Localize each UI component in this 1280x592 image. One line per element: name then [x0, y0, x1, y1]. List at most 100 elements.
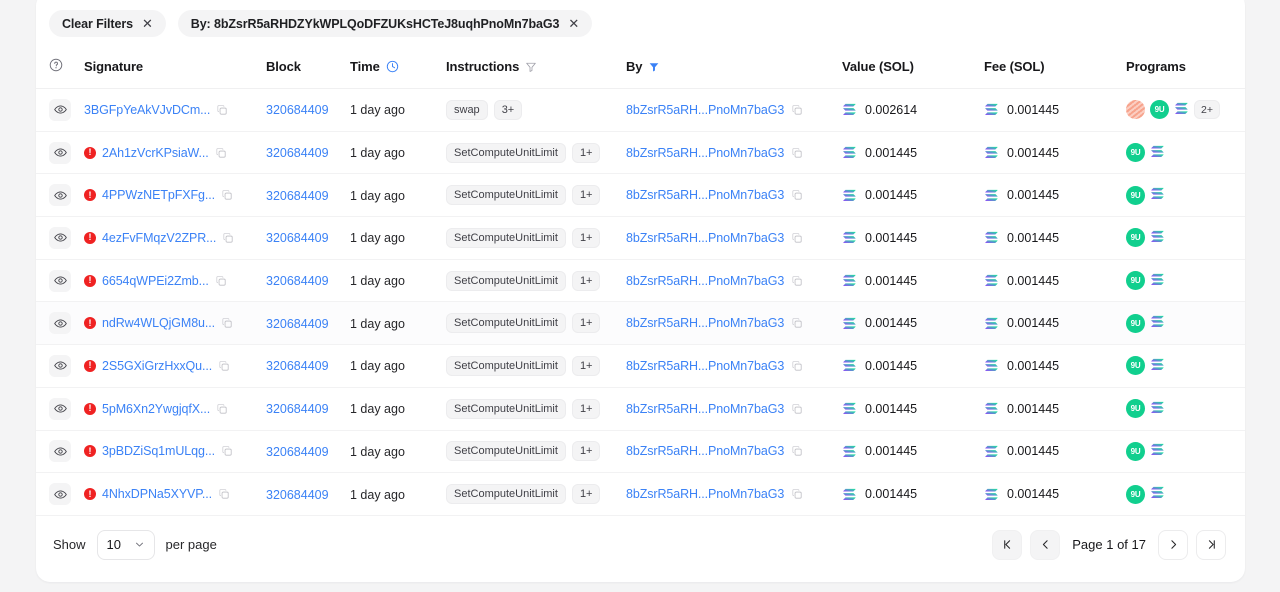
signature-link[interactable]: 2Ah1zVcrKPsiaW... — [102, 146, 209, 160]
view-transaction-button[interactable] — [49, 184, 71, 206]
view-transaction-button[interactable] — [49, 227, 71, 249]
copy-icon[interactable] — [221, 317, 233, 329]
instruction-badge[interactable]: SetComputeUnitLimit — [446, 271, 566, 291]
view-transaction-button[interactable] — [49, 270, 71, 292]
question-circle-icon[interactable] — [49, 58, 63, 72]
by-address-link[interactable]: 8bZsrR5aRH...PnoMn7baG3 — [626, 444, 784, 458]
instruction-badge[interactable]: SetComputeUnitLimit — [446, 441, 566, 461]
signature-link[interactable]: 4PPWzNETpFXFg... — [102, 188, 215, 202]
close-icon[interactable]: ✕ — [142, 17, 153, 30]
table-row[interactable]: !5pM6Xn2YwgjqfX...3206844091 day agoSetC… — [36, 387, 1245, 430]
instruction-more-badge[interactable]: 1+ — [572, 441, 601, 461]
instruction-badge[interactable]: SetComputeUnitLimit — [446, 228, 566, 248]
by-address-link[interactable]: 8bZsrR5aRH...PnoMn7baG3 — [626, 274, 784, 288]
copy-icon[interactable] — [791, 445, 803, 457]
by-address-link[interactable]: 8bZsrR5aRH...PnoMn7baG3 — [626, 316, 784, 330]
close-icon[interactable]: ✕ — [568, 17, 579, 30]
first-page-button[interactable] — [992, 530, 1022, 560]
copy-icon[interactable] — [216, 403, 228, 415]
jupiter-icon[interactable] — [1126, 100, 1145, 119]
program-9u-icon[interactable]: 9U — [1126, 228, 1145, 247]
view-transaction-button[interactable] — [49, 440, 71, 462]
prev-page-button[interactable] — [1030, 530, 1060, 560]
program-9u-icon[interactable]: 9U — [1126, 356, 1145, 375]
block-link[interactable]: 320684409 — [266, 103, 329, 117]
solana-program-icon[interactable] — [1150, 186, 1165, 204]
solana-program-icon[interactable] — [1150, 442, 1165, 460]
signature-link[interactable]: 5pM6Xn2YwgjqfX... — [102, 402, 210, 416]
page-size-select[interactable]: 10 — [97, 530, 155, 560]
instruction-more-badge[interactable]: 1+ — [572, 399, 601, 419]
program-9u-icon[interactable]: 9U — [1126, 143, 1145, 162]
view-transaction-button[interactable] — [49, 483, 71, 505]
block-link[interactable]: 320684409 — [266, 317, 329, 331]
copy-icon[interactable] — [218, 360, 230, 372]
program-9u-icon[interactable]: 9U — [1126, 314, 1145, 333]
program-9u-icon[interactable]: 9U — [1126, 186, 1145, 205]
instruction-badge[interactable]: SetComputeUnitLimit — [446, 185, 566, 205]
table-row[interactable]: !4PPWzNETpFXFg...3206844091 day agoSetCo… — [36, 174, 1245, 217]
copy-icon[interactable] — [791, 147, 803, 159]
by-address-link[interactable]: 8bZsrR5aRH...PnoMn7baG3 — [626, 359, 784, 373]
copy-icon[interactable] — [791, 275, 803, 287]
program-9u-icon[interactable]: 9U — [1126, 485, 1145, 504]
copy-icon[interactable] — [791, 104, 803, 116]
column-header-time[interactable]: Time — [350, 47, 446, 89]
view-transaction-button[interactable] — [49, 355, 71, 377]
clear-filters-chip[interactable]: Clear Filters ✕ — [49, 10, 166, 37]
table-row[interactable]: !2Ah1zVcrKPsiaW...3206844091 day agoSetC… — [36, 131, 1245, 174]
signature-link[interactable]: ndRw4WLQjGM8u... — [102, 316, 215, 330]
block-link[interactable]: 320684409 — [266, 445, 329, 459]
instruction-more-badge[interactable]: 1+ — [572, 313, 601, 333]
instruction-badge[interactable]: SetComputeUnitLimit — [446, 313, 566, 333]
by-address-link[interactable]: 8bZsrR5aRH...PnoMn7baG3 — [626, 146, 784, 160]
solana-program-icon[interactable] — [1150, 485, 1165, 503]
program-9u-icon[interactable]: 9U — [1126, 399, 1145, 418]
by-address-link[interactable]: 8bZsrR5aRH...PnoMn7baG3 — [626, 188, 784, 202]
view-transaction-button[interactable] — [49, 142, 71, 164]
by-address-link[interactable]: 8bZsrR5aRH...PnoMn7baG3 — [626, 487, 784, 501]
filter-chip-by[interactable]: By: 8bZsrR5aRHDZYkWPLQoDFZUKsHCTeJ8uqhPn… — [178, 10, 592, 37]
copy-icon[interactable] — [222, 232, 234, 244]
instruction-badge[interactable]: swap — [446, 100, 488, 120]
instruction-more-badge[interactable]: 3+ — [494, 100, 523, 120]
by-address-link[interactable]: 8bZsrR5aRH...PnoMn7baG3 — [626, 103, 784, 117]
table-row[interactable]: !3pBDZiSq1mULqg...3206844091 day agoSetC… — [36, 430, 1245, 473]
programs-more-badge[interactable]: 2+ — [1194, 100, 1220, 119]
column-header-by[interactable]: By — [626, 47, 842, 89]
block-link[interactable]: 320684409 — [266, 402, 329, 416]
instruction-badge[interactable]: SetComputeUnitLimit — [446, 399, 566, 419]
instruction-more-badge[interactable]: 1+ — [572, 356, 601, 376]
block-link[interactable]: 320684409 — [266, 274, 329, 288]
instruction-more-badge[interactable]: 1+ — [572, 271, 601, 291]
filter-funnel-icon[interactable] — [525, 61, 537, 73]
filter-funnel-filled-icon[interactable] — [648, 61, 660, 73]
copy-icon[interactable] — [218, 488, 230, 500]
view-transaction-button[interactable] — [49, 312, 71, 334]
solana-program-icon[interactable] — [1150, 229, 1165, 247]
copy-icon[interactable] — [791, 232, 803, 244]
table-row[interactable]: 3BGFpYeAkVJvDCm...3206844091 day agoswap… — [36, 89, 1245, 132]
solana-program-icon[interactable] — [1174, 101, 1189, 119]
copy-icon[interactable] — [215, 147, 227, 159]
block-link[interactable]: 320684409 — [266, 146, 329, 160]
next-page-button[interactable] — [1158, 530, 1188, 560]
solana-program-icon[interactable] — [1150, 144, 1165, 162]
block-link[interactable]: 320684409 — [266, 488, 329, 502]
copy-icon[interactable] — [791, 317, 803, 329]
copy-icon[interactable] — [791, 488, 803, 500]
solana-program-icon[interactable] — [1150, 357, 1165, 375]
signature-link[interactable]: 4NhxDPNa5XYVP... — [102, 487, 212, 501]
instruction-more-badge[interactable]: 1+ — [572, 228, 601, 248]
instruction-badge[interactable]: SetComputeUnitLimit — [446, 356, 566, 376]
signature-link[interactable]: 3BGFpYeAkVJvDCm... — [84, 103, 210, 117]
copy-icon[interactable] — [216, 104, 228, 116]
column-header-instructions[interactable]: Instructions — [446, 47, 626, 89]
copy-icon[interactable] — [791, 189, 803, 201]
signature-link[interactable]: 3pBDZiSq1mULqg... — [102, 444, 215, 458]
block-link[interactable]: 320684409 — [266, 359, 329, 373]
solana-program-icon[interactable] — [1150, 272, 1165, 290]
solana-program-icon[interactable] — [1150, 314, 1165, 332]
instruction-more-badge[interactable]: 1+ — [572, 143, 601, 163]
clock-icon[interactable] — [386, 60, 399, 73]
